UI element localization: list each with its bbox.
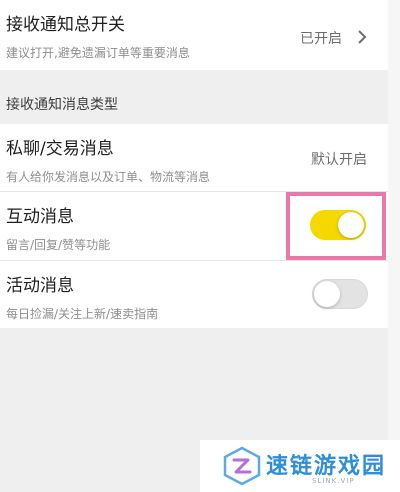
message-type-description: 有人给你发消息以及订单、物流等消息 bbox=[6, 170, 211, 184]
highlight-box bbox=[286, 192, 386, 260]
message-type-status: 默认开启 bbox=[311, 152, 367, 168]
right-edge-strip bbox=[388, 0, 400, 492]
message-type-description: 每日捡漏/关注上新/速卖指南 bbox=[6, 307, 159, 321]
message-type-title: 互动消息 bbox=[6, 207, 74, 227]
master-switch-description: 建议打开,避免遗漏订单等重要消息 bbox=[6, 46, 190, 60]
message-type-title: 活动消息 bbox=[6, 276, 74, 296]
brand-logo-icon bbox=[223, 446, 261, 486]
watermark-domain-text: SLINK.VIP bbox=[312, 477, 355, 485]
notification-settings-page: 接收通知总开关 建议打开,避免遗漏订单等重要消息 已开启 接收通知消息类型 私聊… bbox=[0, 0, 388, 492]
chevron-right-icon bbox=[358, 30, 367, 44]
watermark-brand-text: 速链游戏园 bbox=[266, 454, 387, 479]
section-title: 接收通知消息类型 bbox=[6, 97, 118, 113]
master-switch-title: 接收通知总开关 bbox=[6, 15, 125, 35]
message-type-title: 私聊/交易消息 bbox=[6, 139, 114, 159]
master-switch-row[interactable]: 接收通知总开关 建议打开,避免遗漏订单等重要消息 已开启 bbox=[0, 0, 388, 70]
watermark: 速链游戏园 SLINK.VIP bbox=[200, 440, 400, 492]
master-switch-status: 已开启 bbox=[300, 31, 342, 47]
message-type-description: 留言/回复/赞等功能 bbox=[6, 238, 111, 252]
toggle-knob bbox=[314, 281, 340, 307]
message-type-row-private: 私聊/交易消息 有人给你发消息以及订单、物流等消息 默认开启 bbox=[0, 124, 388, 191]
message-type-row-activity: 活动消息 每日捡漏/关注上新/速卖指南 bbox=[0, 261, 388, 328]
activity-toggle[interactable] bbox=[312, 279, 368, 309]
